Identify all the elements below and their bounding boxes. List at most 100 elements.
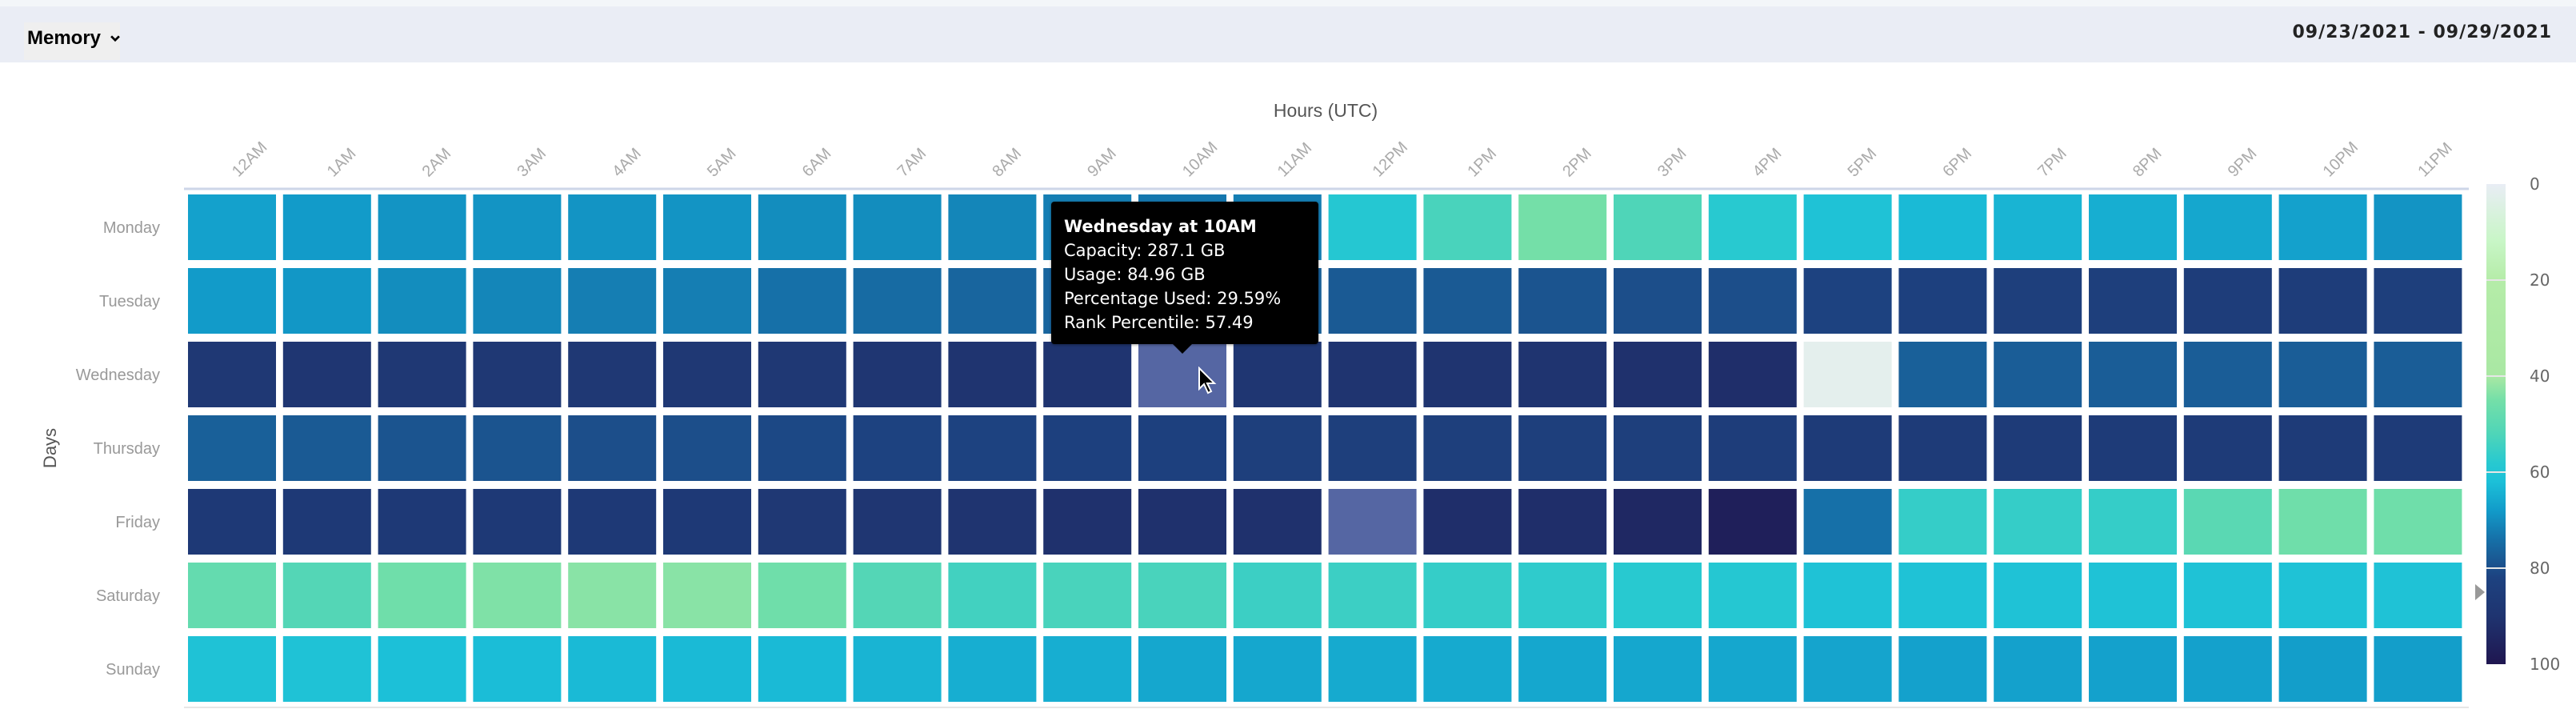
heatmap-cell-tuesday-7pm[interactable] bbox=[1994, 268, 2082, 334]
heatmap-cell-friday-11pm[interactable] bbox=[2374, 489, 2462, 555]
heatmap-cell-tuesday-3am[interactable] bbox=[473, 268, 562, 334]
heatmap-cell-sunday-11pm[interactable] bbox=[2374, 636, 2462, 702]
heatmap-cell-saturday-8pm[interactable] bbox=[2089, 563, 2177, 628]
heatmap-cell-sunday-4pm[interactable] bbox=[1708, 636, 1797, 702]
heatmap-cell-wednesday-9am[interactable] bbox=[1043, 342, 1132, 407]
heatmap-cell-wednesday-11am[interactable] bbox=[1233, 342, 1322, 407]
heatmap-cell-tuesday-8am[interactable] bbox=[948, 268, 1037, 334]
heatmap-cell-wednesday-6am[interactable] bbox=[758, 342, 846, 407]
heatmap-cell-friday-9am[interactable] bbox=[1043, 489, 1132, 555]
heatmap-cell-wednesday-6pm[interactable] bbox=[1898, 342, 1987, 407]
heatmap-cell-friday-4pm[interactable] bbox=[1708, 489, 1797, 555]
heatmap-cell-saturday-12pm[interactable] bbox=[1328, 563, 1417, 628]
heatmap-cell-friday-12pm[interactable] bbox=[1328, 489, 1417, 555]
heatmap-cell-wednesday-7pm[interactable] bbox=[1994, 342, 2082, 407]
heatmap-cell-friday-10pm[interactable] bbox=[2278, 489, 2367, 555]
heatmap-cell-thursday-10pm[interactable] bbox=[2278, 415, 2367, 481]
heatmap-cell-thursday-6am[interactable] bbox=[758, 415, 846, 481]
heatmap-cell-wednesday-8am[interactable] bbox=[948, 342, 1037, 407]
heatmap-cell-wednesday-12am[interactable] bbox=[188, 342, 276, 407]
heatmap-cell-thursday-12am[interactable] bbox=[188, 415, 276, 481]
heatmap-cell-tuesday-9pm[interactable] bbox=[2183, 268, 2272, 334]
heatmap-cell-saturday-12am[interactable] bbox=[188, 563, 276, 628]
heatmap-cell-tuesday-11pm[interactable] bbox=[2374, 268, 2462, 334]
heatmap-cell-sunday-1am[interactable] bbox=[282, 636, 371, 702]
heatmap-cell-tuesday-1pm[interactable] bbox=[1423, 268, 1512, 334]
heatmap-cell-sunday-6am[interactable] bbox=[758, 636, 846, 702]
heatmap-cell-monday-4am[interactable] bbox=[568, 194, 657, 260]
heatmap-cell-wednesday-4pm[interactable] bbox=[1708, 342, 1797, 407]
heatmap-cell-saturday-1pm[interactable] bbox=[1423, 563, 1512, 628]
heatmap-cell-wednesday-5pm[interactable] bbox=[1803, 342, 1892, 407]
heatmap-cell-friday-1am[interactable] bbox=[282, 489, 371, 555]
heatmap-cell-friday-1pm[interactable] bbox=[1423, 489, 1512, 555]
heatmap-cell-monday-12am[interactable] bbox=[188, 194, 276, 260]
heatmap-cell-friday-11am[interactable] bbox=[1233, 489, 1322, 555]
heatmap-cell-sunday-7am[interactable] bbox=[853, 636, 942, 702]
heatmap-cell-thursday-4pm[interactable] bbox=[1708, 415, 1797, 481]
heatmap-cell-tuesday-12pm[interactable] bbox=[1328, 268, 1417, 334]
heatmap-cell-tuesday-6am[interactable] bbox=[758, 268, 846, 334]
heatmap-cell-thursday-1pm[interactable] bbox=[1423, 415, 1512, 481]
heatmap-cell-saturday-2am[interactable] bbox=[378, 563, 466, 628]
heatmap-cell-monday-6pm[interactable] bbox=[1898, 194, 1987, 260]
heatmap-cell-thursday-4am[interactable] bbox=[568, 415, 657, 481]
heatmap-cell-thursday-7pm[interactable] bbox=[1994, 415, 2082, 481]
heatmap-cell-monday-11pm[interactable] bbox=[2374, 194, 2462, 260]
heatmap-cell-friday-7am[interactable] bbox=[853, 489, 942, 555]
heatmap-cell-sunday-9pm[interactable] bbox=[2183, 636, 2272, 702]
heatmap-cell-wednesday-9pm[interactable] bbox=[2183, 342, 2272, 407]
heatmap-cell-saturday-10pm[interactable] bbox=[2278, 563, 2367, 628]
heatmap-cell-sunday-2am[interactable] bbox=[378, 636, 466, 702]
heatmap-cell-thursday-11am[interactable] bbox=[1233, 415, 1322, 481]
heatmap-cell-sunday-12am[interactable] bbox=[188, 636, 276, 702]
heatmap-cell-thursday-9am[interactable] bbox=[1043, 415, 1132, 481]
heatmap-cell-sunday-6pm[interactable] bbox=[1898, 636, 1987, 702]
heatmap-cell-monday-3pm[interactable] bbox=[1614, 194, 1702, 260]
heatmap-cell-friday-6am[interactable] bbox=[758, 489, 846, 555]
heatmap-cell-friday-5am[interactable] bbox=[663, 489, 751, 555]
heatmap-cell-saturday-4am[interactable] bbox=[568, 563, 657, 628]
heatmap-cell-tuesday-10pm[interactable] bbox=[2278, 268, 2367, 334]
heatmap-cell-friday-2am[interactable] bbox=[378, 489, 466, 555]
heatmap-cell-tuesday-4am[interactable] bbox=[568, 268, 657, 334]
heatmap-cell-wednesday-1pm[interactable] bbox=[1423, 342, 1512, 407]
heatmap-cell-thursday-10am[interactable] bbox=[1138, 415, 1226, 481]
heatmap-cell-wednesday-5am[interactable] bbox=[663, 342, 751, 407]
heatmap-cell-friday-7pm[interactable] bbox=[1994, 489, 2082, 555]
heatmap-cell-sunday-4am[interactable] bbox=[568, 636, 657, 702]
heatmap-cell-wednesday-3am[interactable] bbox=[473, 342, 562, 407]
heatmap-cell-wednesday-11pm[interactable] bbox=[2374, 342, 2462, 407]
heatmap-cell-thursday-8pm[interactable] bbox=[2089, 415, 2177, 481]
heatmap-cell-thursday-1am[interactable] bbox=[282, 415, 371, 481]
heatmap-cell-monday-7pm[interactable] bbox=[1994, 194, 2082, 260]
heatmap-cell-friday-3am[interactable] bbox=[473, 489, 562, 555]
heatmap-cell-thursday-3pm[interactable] bbox=[1614, 415, 1702, 481]
heatmap-cell-saturday-3am[interactable] bbox=[473, 563, 562, 628]
heatmap-cell-monday-9pm[interactable] bbox=[2183, 194, 2272, 260]
heatmap-cell-friday-2pm[interactable] bbox=[1518, 489, 1607, 555]
heatmap-cell-monday-5am[interactable] bbox=[663, 194, 751, 260]
heatmap-cell-saturday-7am[interactable] bbox=[853, 563, 942, 628]
heatmap-cell-tuesday-5am[interactable] bbox=[663, 268, 751, 334]
heatmap-cell-thursday-8am[interactable] bbox=[948, 415, 1037, 481]
heatmap-cell-saturday-10am[interactable] bbox=[1138, 563, 1226, 628]
heatmap-cell-monday-8pm[interactable] bbox=[2089, 194, 2177, 260]
heatmap-cell-monday-2am[interactable] bbox=[378, 194, 466, 260]
heatmap-cell-thursday-11pm[interactable] bbox=[2374, 415, 2462, 481]
heatmap-cell-tuesday-1am[interactable] bbox=[282, 268, 371, 334]
heatmap-cell-friday-10am[interactable] bbox=[1138, 489, 1226, 555]
heatmap-cell-saturday-3pm[interactable] bbox=[1614, 563, 1702, 628]
heatmap-cell-thursday-2pm[interactable] bbox=[1518, 415, 1607, 481]
heatmap-cell-wednesday-12pm[interactable] bbox=[1328, 342, 1417, 407]
heatmap-cell-saturday-4pm[interactable] bbox=[1708, 563, 1797, 628]
heatmap-cell-monday-1pm[interactable] bbox=[1423, 194, 1512, 260]
heatmap-cell-sunday-5pm[interactable] bbox=[1803, 636, 1892, 702]
heatmap-cell-sunday-2pm[interactable] bbox=[1518, 636, 1607, 702]
heatmap-cell-wednesday-4am[interactable] bbox=[568, 342, 657, 407]
heatmap-cell-friday-9pm[interactable] bbox=[2183, 489, 2272, 555]
heatmap-cell-sunday-9am[interactable] bbox=[1043, 636, 1132, 702]
heatmap-cell-saturday-5am[interactable] bbox=[663, 563, 751, 628]
heatmap-cell-saturday-2pm[interactable] bbox=[1518, 563, 1607, 628]
heatmap-cell-friday-8pm[interactable] bbox=[2089, 489, 2177, 555]
